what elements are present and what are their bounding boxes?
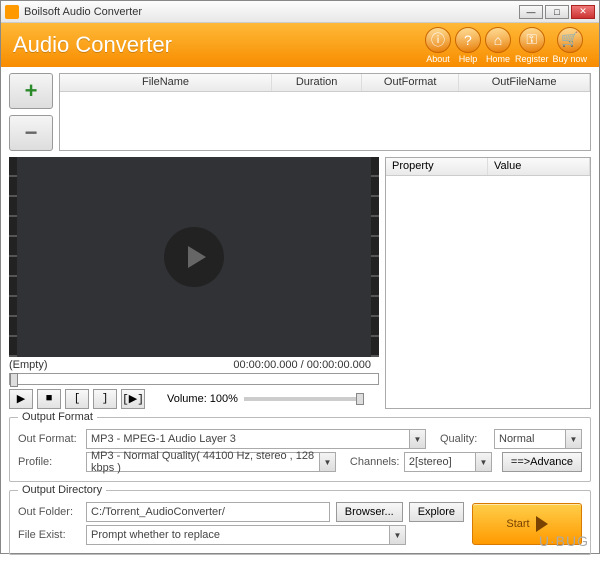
file-exist-label: File Exist: — [18, 529, 80, 541]
chevron-down-icon: ▼ — [389, 526, 405, 544]
preview-play-button[interactable] — [164, 227, 224, 287]
advance-button[interactable]: ==>Advance — [502, 452, 582, 472]
out-format-label: Out Format: — [18, 433, 80, 445]
range-button[interactable]: [▶] — [121, 389, 145, 409]
browse-button[interactable]: Browser... — [336, 502, 403, 522]
col-filename[interactable]: FileName — [60, 74, 272, 91]
buy now-icon: 🛒 — [557, 27, 583, 53]
col-property[interactable]: Property — [386, 158, 488, 175]
quality-select[interactable]: Normal▼ — [494, 429, 582, 449]
col-outfilename[interactable]: OutFileName — [459, 74, 590, 91]
profile-label: Profile: — [18, 456, 80, 468]
app-title: Audio Converter — [13, 32, 425, 58]
maximize-button[interactable]: □ — [545, 5, 569, 19]
window-title: Boilsoft Audio Converter — [24, 6, 519, 18]
profile-select[interactable]: MP3 - Normal Quality( 44100 Hz, stereo ,… — [86, 452, 336, 472]
chevron-down-icon: ▼ — [319, 453, 335, 471]
output-format-title: Output Format — [18, 411, 97, 423]
banner-home-button[interactable]: ⌂Home — [485, 27, 511, 64]
help-icon: ? — [455, 27, 481, 53]
file-exist-select[interactable]: Prompt whether to replace▼ — [86, 525, 406, 545]
file-table[interactable]: FileName Duration OutFormat OutFileName — [59, 73, 591, 151]
volume-label: Volume: 100% — [167, 393, 238, 405]
col-value[interactable]: Value — [488, 158, 590, 175]
play-button[interactable]: ▶ — [9, 389, 33, 409]
channels-select[interactable]: 2[stereo]▼ — [404, 452, 492, 472]
stop-button[interactable]: ■ — [37, 389, 61, 409]
out-folder-input[interactable]: C:/Torrent_AudioConverter/ — [86, 502, 330, 522]
play-icon — [536, 516, 548, 532]
register-icon: ⚿ — [519, 27, 545, 53]
chevron-down-icon: ▼ — [475, 453, 491, 471]
chevron-down-icon: ▼ — [409, 430, 425, 448]
seek-slider[interactable] — [9, 373, 379, 385]
close-button[interactable]: ✕ — [571, 5, 595, 19]
banner-help-button[interactable]: ?Help — [455, 27, 481, 64]
minimize-button[interactable]: — — [519, 5, 543, 19]
play-icon — [188, 246, 206, 268]
out-folder-label: Out Folder: — [18, 506, 80, 518]
volume-thumb[interactable] — [356, 393, 364, 405]
remove-file-button[interactable]: − — [9, 115, 53, 151]
seek-thumb[interactable] — [10, 373, 18, 387]
add-file-button[interactable]: + — [9, 73, 53, 109]
titlebar: Boilsoft Audio Converter — □ ✕ — [1, 1, 599, 23]
home-icon: ⌂ — [485, 27, 511, 53]
quality-label: Quality: — [440, 433, 488, 445]
time-display: 00:00:00.000 / 00:00:00.000 — [233, 359, 371, 371]
property-table: Property Value — [385, 157, 591, 409]
output-format-group: Output Format Out Format: MP3 - MPEG-1 A… — [9, 417, 591, 482]
video-preview — [17, 157, 371, 357]
mark-out-button[interactable]: ] — [93, 389, 117, 409]
mark-in-button[interactable]: [ — [65, 389, 89, 409]
explore-button[interactable]: Explore — [409, 502, 464, 522]
about-icon: ⓘ — [425, 27, 451, 53]
watermark: U·BUG — [539, 533, 589, 549]
chevron-down-icon: ▼ — [565, 430, 581, 448]
banner: Audio Converter ⓘAbout?Help⌂Home⚿Registe… — [1, 23, 599, 67]
col-outformat[interactable]: OutFormat — [362, 74, 459, 91]
banner-register-button[interactable]: ⚿Register — [515, 27, 549, 64]
volume-slider[interactable] — [244, 397, 364, 401]
empty-label: (Empty) — [9, 359, 48, 371]
output-directory-title: Output Directory — [18, 484, 106, 496]
out-format-select[interactable]: MP3 - MPEG-1 Audio Layer 3▼ — [86, 429, 426, 449]
col-duration[interactable]: Duration — [272, 74, 362, 91]
output-directory-group: Output Directory Out Folder: C:/Torrent_… — [9, 490, 591, 555]
banner-buy-now-button[interactable]: 🛒Buy now — [552, 27, 587, 64]
channels-label: Channels: — [350, 456, 398, 468]
app-icon — [5, 5, 19, 19]
banner-about-button[interactable]: ⓘAbout — [425, 27, 451, 64]
